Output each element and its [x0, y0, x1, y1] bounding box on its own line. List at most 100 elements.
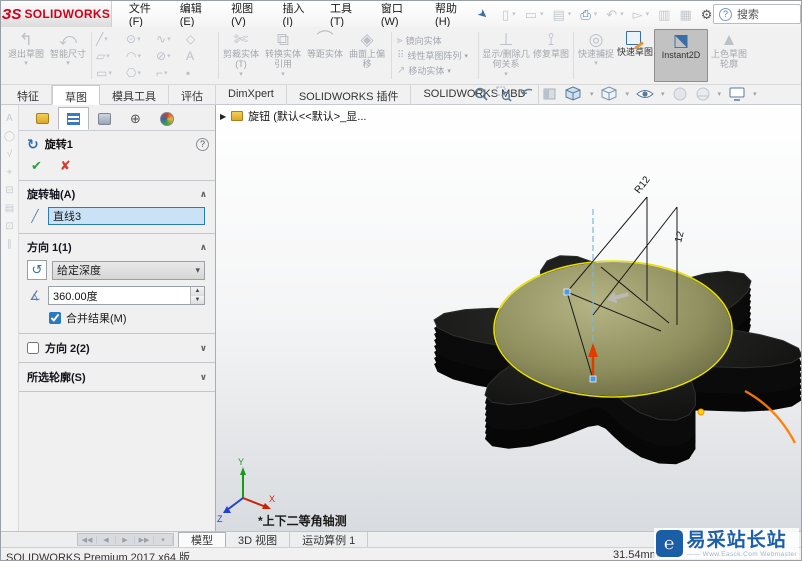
flyout-feature-tree[interactable]: ▶ 旋钮 (默认<<默认>_显... [220, 108, 366, 124]
cancel-button[interactable]: ✘ [60, 158, 71, 174]
properties-icon[interactable]: ▦ [679, 8, 691, 21]
note-icon[interactable]: A [6, 113, 13, 124]
sketch-point[interactable] [564, 289, 570, 295]
trim-entities-button[interactable]: ✄ 剪裁实体(T)▾ [221, 29, 261, 82]
merge-result-checkbox[interactable] [49, 312, 61, 324]
tab-3d-views[interactable]: 3D 视图 [226, 532, 290, 547]
tab-mold-tools[interactable]: 模具工具 [100, 85, 169, 105]
offset-entities-button[interactable]: ⌒ 等距实体 [305, 29, 345, 82]
menu-insert[interactable]: 插入(I) [276, 0, 320, 30]
property-manager-tab[interactable] [58, 107, 89, 130]
surface-finish-icon[interactable]: √ [7, 149, 13, 160]
direction2-group-header[interactable]: 方向 2(2) ∨ [19, 334, 215, 363]
menu-window[interactable]: 窗口(W) [374, 0, 424, 30]
undo-icon[interactable]: ↶ [606, 8, 617, 21]
datum-target-icon[interactable]: ⊡ [5, 221, 13, 232]
scroll-prev-icon[interactable]: ◀ [97, 536, 116, 544]
mirror-entities-button[interactable]: ⫸镜向实体 [397, 34, 473, 47]
menu-file[interactable]: 文件(F) [122, 0, 169, 30]
rectangle-tool-icon[interactable]: ▱▾ [96, 49, 124, 63]
polygon-tool-icon[interactable]: ⎔▾ [126, 66, 154, 80]
view-orientation-icon[interactable] [565, 86, 583, 102]
edit-appearance-icon[interactable] [672, 86, 688, 102]
crosshatch-icon[interactable]: ∥ [7, 239, 12, 250]
scene-icon[interactable] [695, 86, 711, 102]
shaded-contours-button[interactable]: ▲ 上色草图轮廓 [708, 29, 750, 82]
display-delete-relations-button[interactable]: ⊥ 显示/删除几何关系▾ [481, 29, 531, 82]
pin-menu-icon[interactable]: ➤ [475, 5, 492, 22]
save-icon[interactable]: ▤ [553, 8, 565, 21]
slot-tool-icon[interactable]: ▭▾ [96, 66, 124, 80]
ok-button[interactable]: ✔ [31, 158, 42, 174]
convert-entities-button[interactable]: ⧉ 转换实体引用▾ [261, 29, 305, 82]
surface-offset-button[interactable]: ◈ 曲面上偏移 [345, 29, 389, 82]
plane-tool-icon[interactable]: ◇ [186, 32, 214, 46]
tab-sw-addins[interactable]: SOLIDWORKS 插件 [287, 85, 412, 105]
display-style-icon[interactable] [601, 86, 619, 102]
geometric-tolerance-icon[interactable]: ⌖ [7, 167, 13, 178]
scroll-menu-icon[interactable]: ▾ [154, 536, 173, 544]
spline-tool-icon[interactable]: ∿▾ [156, 32, 184, 46]
zoom-fit-icon[interactable] [473, 86, 489, 102]
fillet-tool-icon[interactable]: ⌐▾ [156, 66, 184, 80]
revolve-direction-icon[interactable]: ↺ [27, 260, 47, 280]
view-settings-icon[interactable] [728, 86, 746, 102]
point-tool-icon[interactable]: ▪ [186, 66, 214, 80]
new-document-icon[interactable]: ▯ [502, 8, 509, 21]
knob-dome-face[interactable] [495, 262, 731, 396]
height-dimension[interactable]: 12 [673, 230, 686, 244]
help-icon[interactable]: ? [196, 138, 209, 151]
search-box[interactable]: ? 搜索 [713, 4, 801, 24]
configuration-manager-tab[interactable] [89, 107, 120, 130]
axis-group-header[interactable]: 旋转轴(A)∧ [19, 181, 215, 206]
end-condition-dropdown[interactable]: 给定深度▾ [52, 261, 205, 280]
flyout-expand-icon[interactable]: ▶ [220, 112, 226, 121]
tab-model[interactable]: 模型 [178, 532, 226, 547]
menu-tools[interactable]: 工具(T) [323, 0, 370, 30]
zoom-area-icon[interactable] [496, 86, 512, 102]
feature-manager-tab[interactable] [27, 107, 58, 130]
select-icon[interactable]: ▻ [633, 8, 643, 21]
part-tree-label[interactable]: 旋钮 (默认<<默认>_显... [248, 108, 366, 124]
tab-dimxpert[interactable]: DimXpert [216, 85, 287, 105]
sketch-point[interactable] [590, 376, 596, 382]
scroll-first-icon[interactable]: ◀◀ [78, 536, 97, 544]
tab-evaluate[interactable]: 评估 [169, 85, 216, 105]
arc-tool-icon[interactable]: ◠▾ [126, 49, 154, 63]
model-canvas[interactable]: R12 12 Y X Z [216, 105, 802, 531]
ellipse-tool-icon[interactable]: ⊘▾ [156, 49, 184, 63]
direction2-checkbox[interactable] [27, 342, 39, 354]
section-view-icon[interactable] [542, 86, 558, 102]
spinner-up-icon[interactable]: ▲ [191, 287, 204, 296]
datum-feature-icon[interactable]: ⊟ [5, 185, 13, 196]
weld-symbol-icon[interactable]: ▤ [5, 203, 14, 214]
scroll-last-icon[interactable]: ▶▶ [135, 536, 154, 544]
sketch-entity-icon[interactable]: ▥ [658, 8, 670, 21]
menu-view[interactable]: 视图(V) [224, 0, 271, 30]
text-tool-icon[interactable]: A [186, 49, 214, 63]
quick-snaps-button[interactable]: ◎ 快速捕捉▾ [576, 29, 616, 82]
menu-edit[interactable]: 编辑(E) [173, 0, 220, 30]
help-search-icon[interactable]: ? [719, 8, 732, 21]
rapid-sketch-button[interactable]: 快速草图 [616, 29, 654, 82]
vertex-highlight[interactable] [698, 409, 704, 415]
move-entities-button[interactable]: ↗移动实体▾ [397, 64, 473, 77]
print-icon[interactable]: ⎙ [580, 8, 590, 21]
radius-dimension[interactable]: R12 [633, 174, 653, 196]
previous-view-icon[interactable] [519, 86, 535, 102]
dimxpert-manager-tab[interactable]: ⊕ [120, 107, 151, 130]
circle-tool-icon[interactable]: ⊙▾ [126, 32, 154, 46]
balloon-icon[interactable]: ◯ [4, 131, 15, 142]
hide-show-items-icon[interactable] [636, 86, 654, 102]
scroll-next-icon[interactable]: ▶ [116, 536, 135, 544]
display-manager-tab[interactable] [151, 107, 182, 130]
menu-help[interactable]: 帮助(H) [428, 0, 476, 30]
contours-group-header[interactable]: 所选轮廓(S) ∨ [19, 363, 215, 392]
options-gear-icon[interactable]: ⚙ [701, 8, 713, 21]
angle-spinner[interactable]: 360.00度 ▲▼ [48, 286, 205, 305]
tab-motion-study[interactable]: 运动算例 1 [290, 532, 368, 547]
line-tool-icon[interactable]: ╱▾ [96, 32, 124, 46]
exit-sketch-button[interactable]: ↰ 退出草图▾ [5, 29, 47, 82]
tab-scroll-control[interactable]: ◀◀◀▶▶▶▾ [77, 533, 174, 546]
smart-dimension-button[interactable]: ⤺ 智能尺寸▾ [47, 29, 89, 82]
